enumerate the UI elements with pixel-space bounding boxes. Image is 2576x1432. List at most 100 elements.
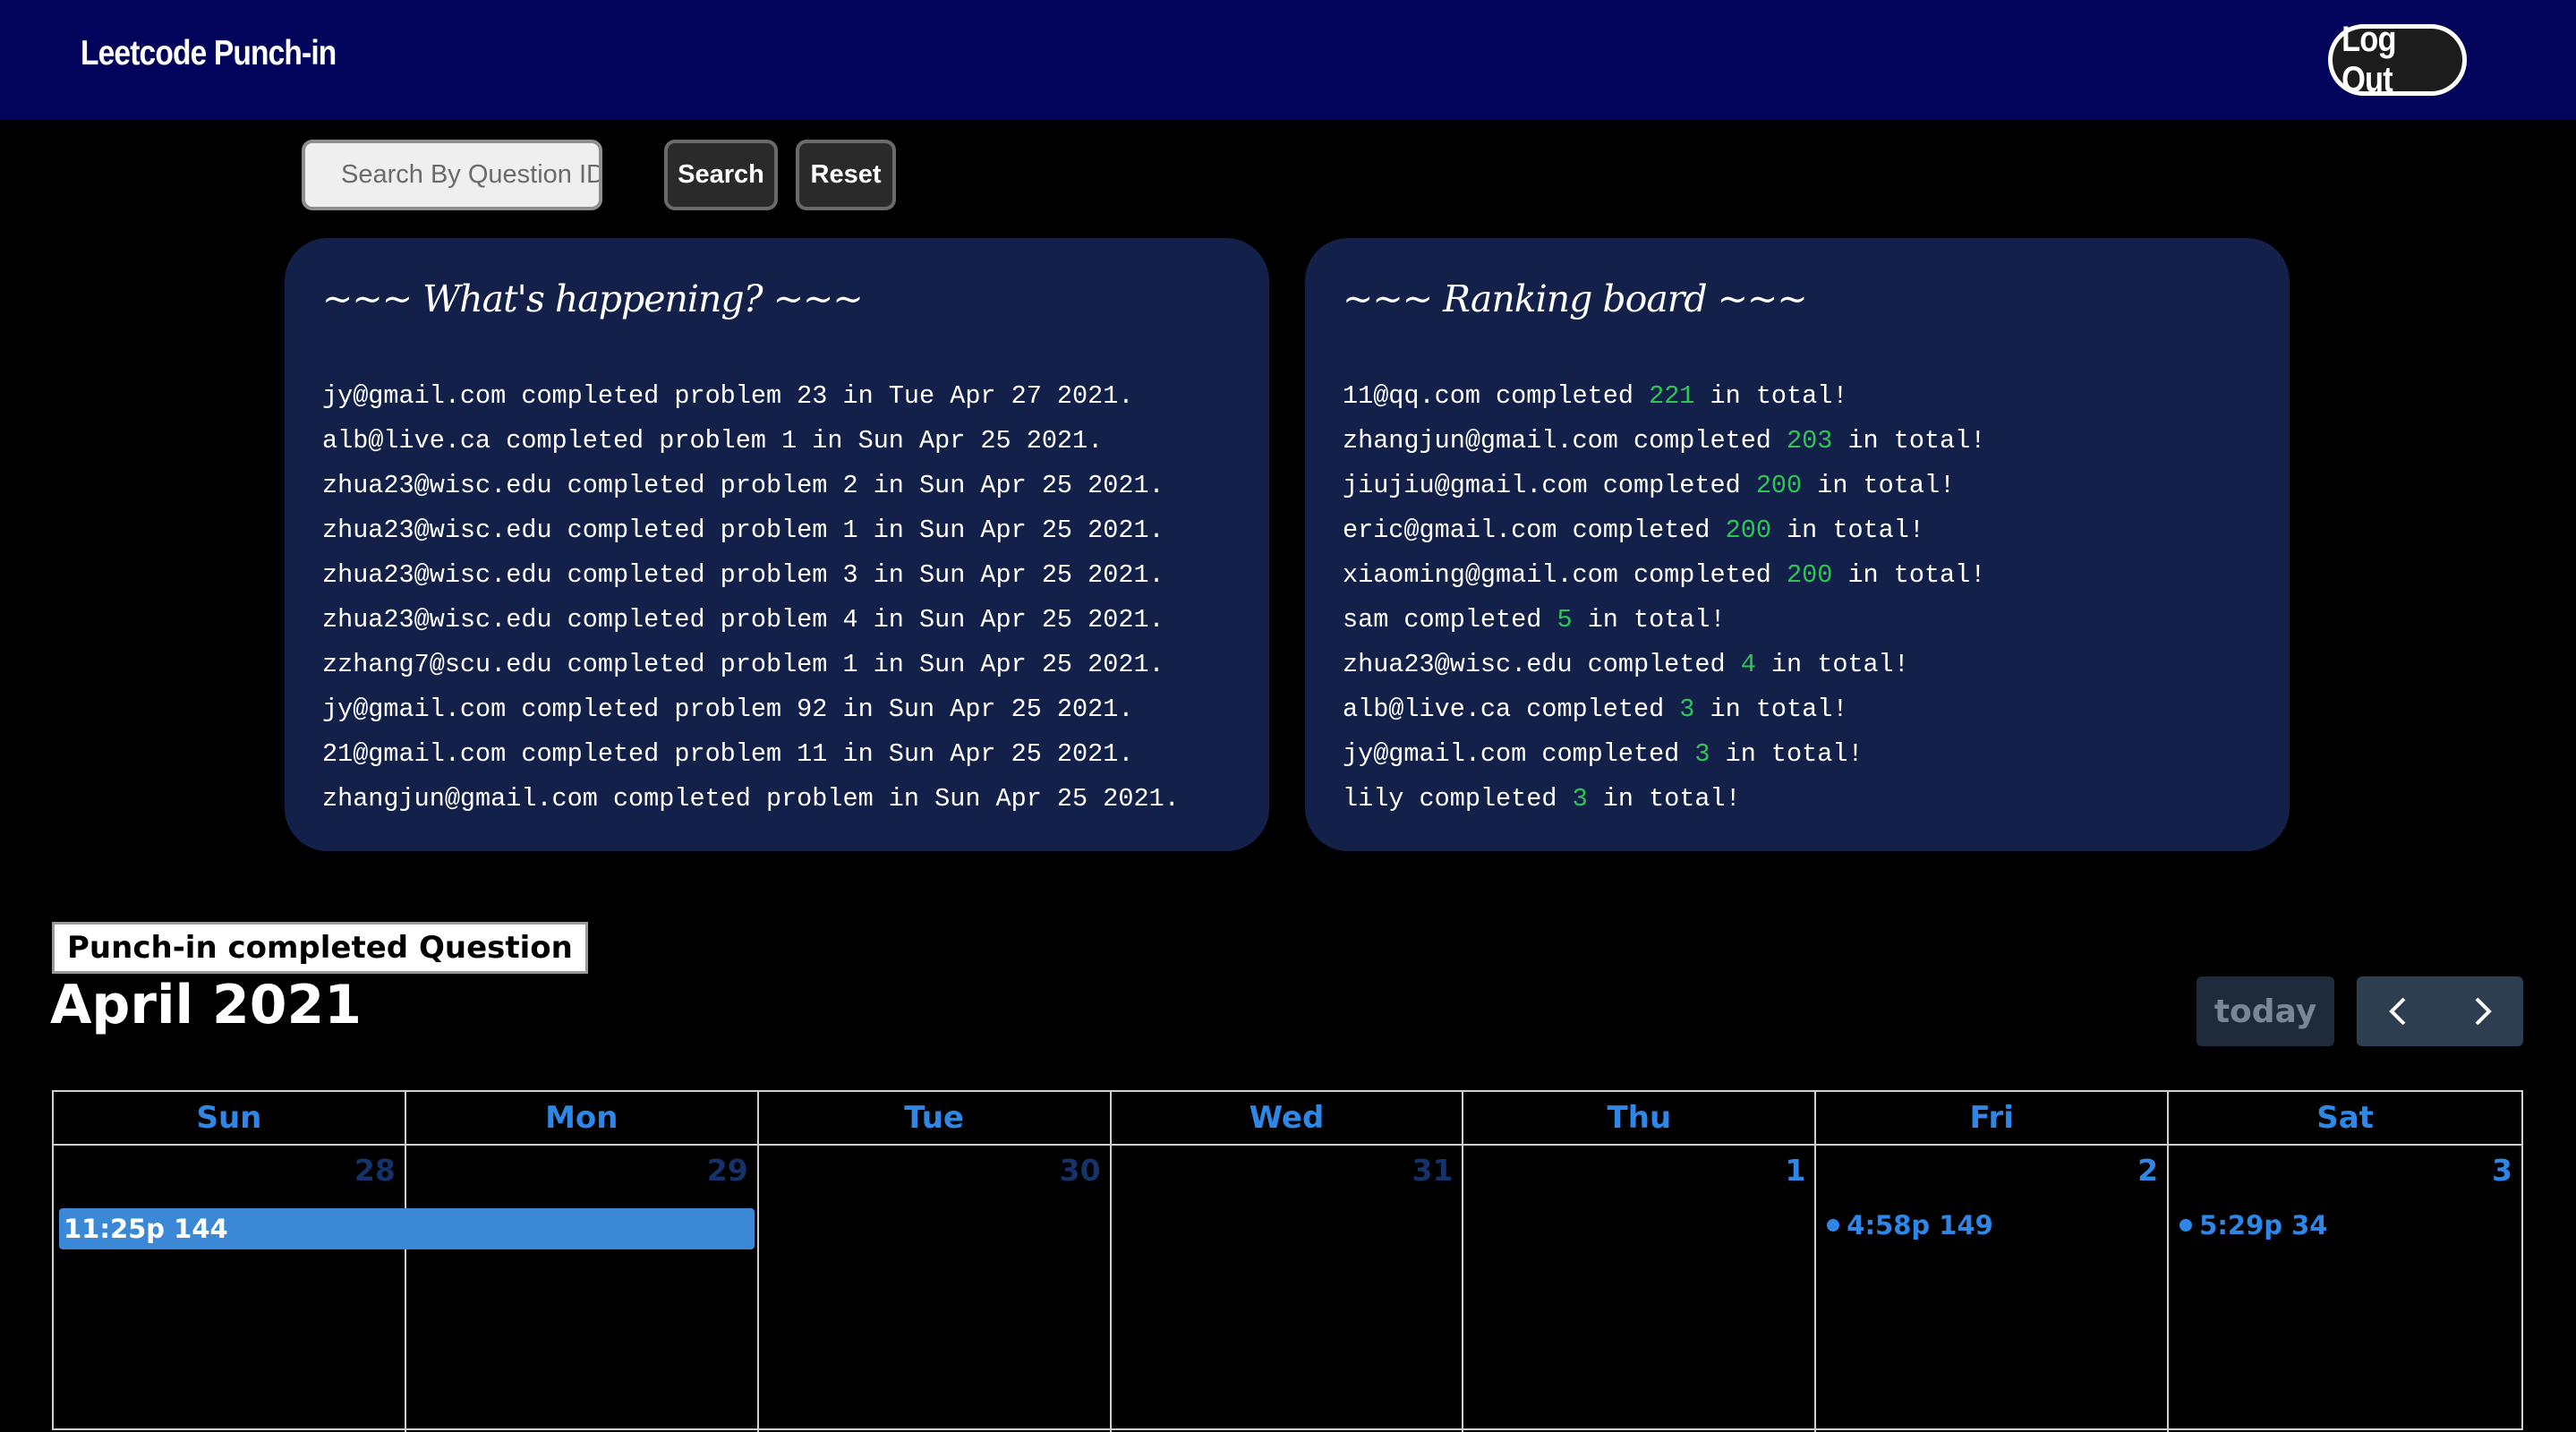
search-input[interactable]: [302, 140, 602, 210]
ranking-word-in-total: in total!: [1770, 650, 1909, 679]
month-title: April 2021: [50, 974, 362, 1036]
activity-item: zhua23@wisc.edu completed problem 2 in S…: [322, 471, 1164, 500]
chevron-right-icon: [2475, 997, 2492, 1026]
event-label: 5:29p 34: [2199, 1210, 2328, 1240]
ranking-item: alb@live.ca completed 3 in total!: [1343, 687, 1985, 732]
day-cell[interactable]: 2 4:58p 149: [1816, 1146, 2170, 1432]
ranking-item: 11@qq.com completed 221 in total!: [1343, 374, 1985, 419]
activity-card: ~~~ What's happening? ~~~ jy@gmail.com c…: [285, 238, 1269, 851]
ranking-count: 3: [1679, 695, 1695, 724]
reset-button[interactable]: Reset: [796, 140, 896, 210]
weekday-thu: Thu: [1463, 1092, 1817, 1144]
day-number[interactable]: 31: [1412, 1153, 1453, 1188]
day-cell[interactable]: 30: [759, 1146, 1112, 1432]
calendar-grid: Sun Mon Tue Wed Thu Fri Sat 28 11:25p 144 29 30 31…: [52, 1090, 2523, 1432]
ranking-word-completed: completed: [1587, 650, 1726, 679]
activity-item: zhua23@wisc.edu completed problem 3 in S…: [322, 560, 1164, 590]
activity-title: ~~~ What's happening? ~~~: [322, 277, 864, 320]
activity-item: jy@gmail.com completed problem 23 in Tue…: [322, 381, 1134, 411]
ranking-word-completed: completed: [1526, 695, 1665, 724]
activity-item: alb@live.ca completed problem 1 in Sun A…: [322, 426, 1104, 456]
ranking-count: 3: [1694, 739, 1710, 769]
ranking-word-completed: completed: [1633, 560, 1771, 590]
weekday-wed: Wed: [1112, 1092, 1464, 1144]
search-button[interactable]: Search: [664, 140, 778, 210]
ranking-title: ~~~ Ranking board ~~~: [1343, 277, 1808, 320]
event-dot-icon: [1827, 1219, 1840, 1232]
day-cell[interactable]: 31: [1112, 1146, 1464, 1432]
ranking-item: jy@gmail.com completed 3 in total!: [1343, 732, 1985, 777]
ranking-list: 11@qq.com completed 221 in total! zhangju…: [1343, 374, 1985, 822]
ranking-word-in-total: in total!: [1602, 784, 1741, 814]
ranking-word-in-total: in total!: [1787, 516, 1924, 545]
ranking-item: lily completed 3 in total!: [1343, 777, 1985, 822]
month-nav: [2357, 976, 2523, 1046]
day-number[interactable]: 1: [1785, 1153, 1805, 1188]
ranking-item: zhua23@wisc.edu completed 4 in total!: [1343, 643, 1985, 687]
app-title: Leetcode Punch-in: [81, 34, 337, 72]
ranking-user: 11@qq.com: [1343, 381, 1480, 411]
day-number[interactable]: 28: [354, 1153, 396, 1188]
weekday-fri: Fri: [1816, 1092, 2170, 1144]
ranking-word-in-total: in total!: [1847, 560, 1986, 590]
day-number[interactable]: 3: [2492, 1153, 2512, 1188]
ranking-word-completed: completed: [1541, 739, 1680, 769]
event-label: 4:58p 149: [1847, 1210, 1993, 1240]
top-navbar: Leetcode Punch-in Log Out: [0, 0, 2576, 120]
prev-month-button[interactable]: [2357, 976, 2440, 1046]
chevron-left-icon: [2388, 997, 2405, 1026]
ranking-word-in-total: in total!: [1587, 605, 1726, 635]
week-row: 28 11:25p 144 29 30 31 1 2 4:58p 149 3 5:29p 34: [54, 1146, 2521, 1432]
calendar-event[interactable]: 4:58p 149: [1827, 1210, 1993, 1240]
weekday-sat: Sat: [2316, 1100, 2374, 1136]
weekday-tue: Tue: [759, 1092, 1112, 1144]
today-button[interactable]: today: [2196, 976, 2334, 1046]
ranking-count: 200: [1787, 560, 1833, 590]
event-dot-icon: [2179, 1219, 2193, 1232]
ranking-item: sam completed 5 in total!: [1343, 598, 1985, 643]
ranking-count: 4: [1740, 650, 1756, 679]
ranking-word-in-total: in total!: [1710, 381, 1848, 411]
day-number[interactable]: 30: [1060, 1153, 1101, 1188]
ranking-word-completed: completed: [1403, 605, 1542, 635]
ranking-word-completed: completed: [1633, 426, 1771, 456]
ranking-count: 203: [1787, 426, 1833, 456]
ranking-user: zhua23@wisc.edu: [1343, 650, 1573, 679]
ranking-word-completed: completed: [1419, 784, 1557, 814]
ranking-item: jiujiu@gmail.com completed 200 in total!: [1343, 464, 1985, 508]
activity-item: jy@gmail.com completed problem 92 in Sun…: [322, 695, 1134, 724]
ranking-word-in-total: in total!: [1725, 739, 1864, 769]
calendar-tag: Punch-in completed Question: [52, 922, 588, 974]
ranking-user: zhangjun@gmail.com: [1343, 426, 1618, 456]
ranking-count: 200: [1725, 516, 1771, 545]
calendar-event[interactable]: 5:29p 34: [2179, 1210, 2327, 1240]
ranking-user: alb@live.ca: [1343, 695, 1512, 724]
ranking-word-completed: completed: [1572, 516, 1710, 545]
ranking-word-in-total: in total!: [1847, 426, 1986, 456]
ranking-user: xiaoming@gmail.com: [1343, 560, 1618, 590]
activity-item: zzhang7@scu.edu completed problem 1 in S…: [322, 650, 1164, 679]
ranking-count: 221: [1649, 381, 1695, 411]
day-cell[interactable]: 29: [406, 1146, 759, 1432]
ranking-item: xiaoming@gmail.com completed 200 in tota…: [1343, 553, 1985, 598]
activity-item: 21@gmail.com completed problem 11 in Sun…: [322, 739, 1134, 769]
ranking-item: eric@gmail.com completed 200 in total!: [1343, 508, 1985, 553]
ranking-word-in-total: in total!: [1710, 695, 1848, 724]
activity-list: jy@gmail.com completed problem 23 in Tue…: [322, 374, 1180, 822]
day-cell[interactable]: 1: [1463, 1146, 1817, 1432]
ranking-user: jy@gmail.com: [1343, 739, 1527, 769]
ranking-word-completed: completed: [1496, 381, 1633, 411]
weekday-header: Sun Mon Tue Wed Thu Fri Sat: [54, 1092, 2521, 1146]
day-number[interactable]: 29: [707, 1153, 748, 1188]
ranking-count: 3: [1572, 784, 1588, 814]
day-cell[interactable]: 28 11:25p 144: [54, 1146, 755, 1432]
day-cell[interactable]: 3 5:29p 34: [2169, 1146, 2521, 1432]
day-number[interactable]: 2: [2137, 1153, 2158, 1188]
calendar-event[interactable]: 11:25p 144: [59, 1208, 755, 1249]
ranking-user: jiujiu@gmail.com: [1343, 471, 1588, 500]
next-month-button[interactable]: [2440, 976, 2523, 1046]
ranking-count: 5: [1557, 605, 1573, 635]
logout-button[interactable]: Log Out: [2328, 20, 2467, 99]
weekday-sun: Sun: [54, 1092, 406, 1144]
logout-label: Log Out: [2341, 20, 2396, 99]
